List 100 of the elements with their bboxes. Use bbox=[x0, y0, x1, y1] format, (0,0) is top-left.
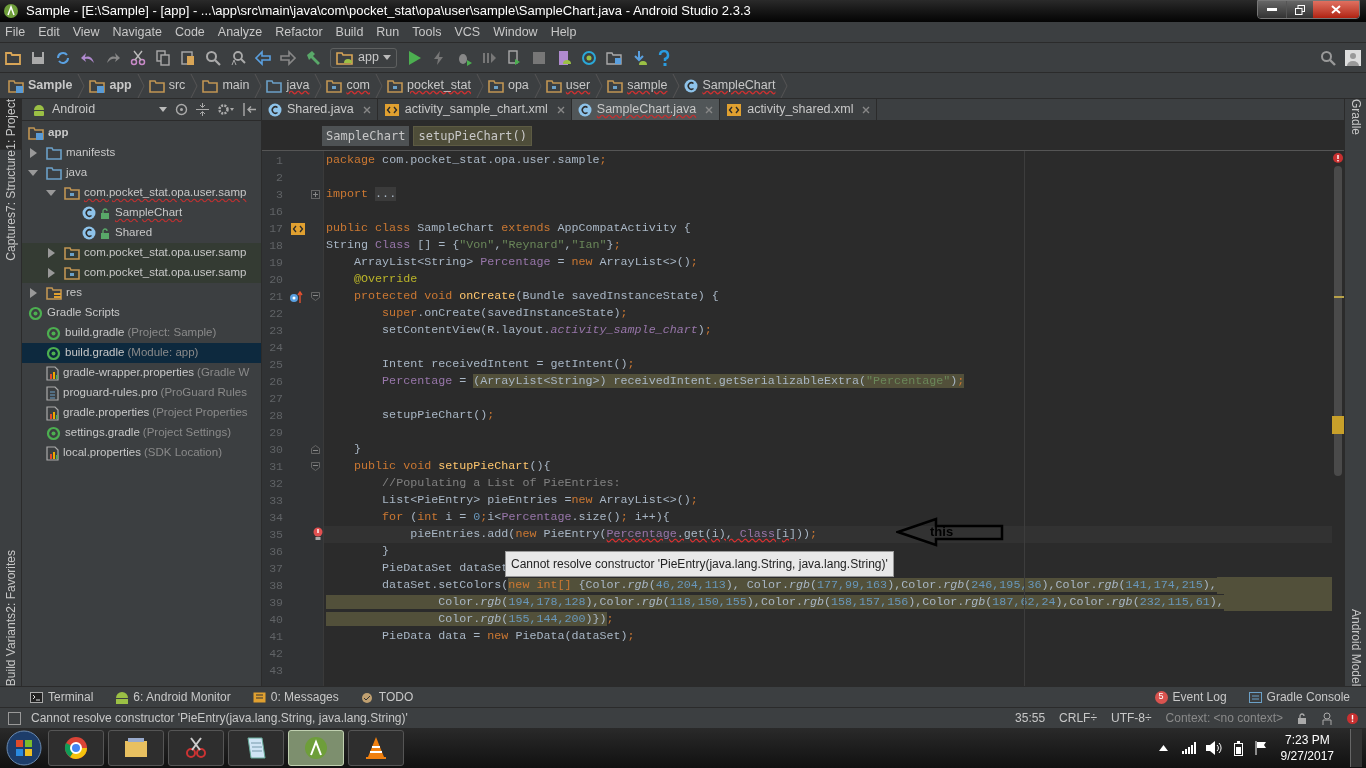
tool-window-button[interactable]: Gradle Console bbox=[1248, 688, 1350, 706]
tree-item[interactable]: settings.gradle (Project Settings) bbox=[22, 423, 261, 443]
taskbar-app-button[interactable] bbox=[108, 730, 164, 766]
hammer-icon[interactable] bbox=[305, 49, 321, 66]
menu-item[interactable]: Build bbox=[335, 22, 364, 42]
tool-window-button[interactable]: 0: Messages bbox=[252, 688, 339, 706]
signal-bars-icon[interactable] bbox=[1181, 742, 1196, 754]
tree-item[interactable]: com.pocket_stat.opa.user.samp bbox=[22, 243, 261, 263]
tool-window-tab[interactable]: Captures bbox=[0, 211, 22, 261]
search-icon[interactable] bbox=[205, 49, 221, 66]
tree-item[interactable]: build.gradle (Project: Sample) bbox=[22, 323, 261, 343]
apply-changes-icon[interactable] bbox=[505, 49, 522, 66]
cursor-position[interactable]: 35:55 bbox=[1015, 709, 1046, 727]
tree-item[interactable]: manifests bbox=[22, 143, 261, 163]
target-icon[interactable] bbox=[175, 103, 188, 116]
error-indicator-icon[interactable] bbox=[1347, 712, 1358, 724]
clock-date[interactable]: 9/27/2017 bbox=[1280, 748, 1334, 764]
search-icon[interactable] bbox=[1320, 49, 1336, 66]
run-configuration-dropdown[interactable]: app bbox=[330, 47, 397, 68]
menu-item[interactable]: VCS bbox=[454, 22, 481, 42]
folder-icon[interactable] bbox=[5, 49, 21, 66]
close-icon[interactable] bbox=[556, 105, 565, 114]
lock-icon[interactable] bbox=[1297, 712, 1307, 724]
editor-breadcrumb[interactable]: setupPieChart() bbox=[413, 125, 532, 146]
save-icon[interactable] bbox=[30, 49, 46, 66]
panel-toggle-icon[interactable] bbox=[8, 711, 21, 725]
taskbar-app-button[interactable] bbox=[228, 730, 284, 766]
clock-time[interactable]: 7:23 PM bbox=[1284, 732, 1330, 748]
fold-marker-icon[interactable] bbox=[311, 292, 320, 301]
fold-plus-icon[interactable] bbox=[311, 190, 320, 199]
fold-marker-icon[interactable] bbox=[311, 462, 320, 471]
stop-icon[interactable] bbox=[530, 49, 547, 66]
taskbar-app-button[interactable] bbox=[48, 730, 104, 766]
tree-item[interactable]: com.pocket_stat.opa.user.samp bbox=[22, 263, 261, 283]
close-icon[interactable] bbox=[862, 105, 871, 114]
breadcrumb-item[interactable]: pocket_stat bbox=[387, 76, 476, 95]
gear-icon[interactable] bbox=[217, 103, 235, 116]
start-button-icon[interactable] bbox=[4, 729, 44, 767]
tool-window-tab[interactable]: Build Variants bbox=[0, 612, 22, 686]
breadcrumb-item[interactable]: Sample bbox=[8, 76, 78, 95]
menu-item[interactable]: Tools bbox=[412, 22, 442, 42]
override-marker-icon[interactable] bbox=[289, 290, 303, 303]
menu-item[interactable]: View bbox=[72, 22, 100, 42]
tool-window-tab[interactable]: Gradle bbox=[1345, 99, 1366, 136]
menu-item[interactable]: Help bbox=[550, 22, 577, 42]
breadcrumb-item[interactable]: opa bbox=[487, 76, 534, 95]
tree-item[interactable]: build.gradle (Module: app) bbox=[22, 343, 261, 363]
inspector-icon[interactable] bbox=[1321, 711, 1333, 725]
tree-item[interactable]: java bbox=[22, 163, 261, 183]
menu-item[interactable]: Code bbox=[174, 22, 205, 42]
tool-window-tab[interactable]: 2: Favorites bbox=[0, 550, 22, 613]
close-button[interactable] bbox=[1313, 1, 1359, 18]
breadcrumb-item[interactable]: java bbox=[266, 76, 315, 95]
menu-item[interactable]: File bbox=[5, 22, 26, 42]
scrollbar-thumb[interactable] bbox=[1334, 166, 1342, 476]
tool-window-tab[interactable]: 1: Project bbox=[0, 99, 22, 150]
minimize-button[interactable] bbox=[1258, 1, 1286, 18]
tree-item[interactable]: com.pocket_stat.opa.user.samp bbox=[22, 183, 261, 203]
tree-item[interactable]: gradle-wrapper.properties (Gradle W bbox=[22, 363, 261, 383]
breadcrumb-item[interactable]: sample bbox=[607, 76, 673, 95]
copy-icon[interactable] bbox=[155, 49, 171, 66]
hide-panel-icon[interactable] bbox=[243, 103, 256, 116]
taskbar-app-button[interactable] bbox=[168, 730, 224, 766]
user-avatar-icon[interactable] bbox=[1345, 49, 1361, 66]
battery-icon[interactable] bbox=[1233, 740, 1243, 756]
forward-arrow-icon[interactable] bbox=[280, 49, 296, 66]
menu-item[interactable]: Run bbox=[376, 22, 400, 42]
tray-arrow-icon[interactable] bbox=[1158, 745, 1168, 751]
breadcrumb-item[interactable]: com bbox=[326, 76, 376, 95]
tool-window-tab[interactable]: Android Model bbox=[1345, 608, 1366, 686]
tool-window-button[interactable]: TODO bbox=[360, 688, 414, 706]
tool-window-button[interactable]: 5 Event Log bbox=[1154, 688, 1227, 706]
gradle-sync-icon[interactable] bbox=[580, 49, 597, 66]
editor-tab[interactable]: SampleChart.java bbox=[571, 99, 721, 120]
error-indicator-icon[interactable] bbox=[1333, 153, 1343, 163]
tool-window-tab[interactable]: 7: Structure bbox=[0, 149, 22, 212]
speaker-icon[interactable] bbox=[1205, 741, 1222, 755]
breadcrumb-item[interactable]: app bbox=[89, 76, 137, 95]
tree-item[interactable]: Shared bbox=[22, 223, 261, 243]
breadcrumb-item[interactable]: main bbox=[202, 76, 255, 95]
error-bulb-icon[interactable] bbox=[313, 527, 323, 541]
flag-icon[interactable] bbox=[1254, 741, 1267, 755]
menu-item[interactable]: Analyze bbox=[217, 22, 263, 42]
breadcrumb-item[interactable]: user bbox=[545, 76, 596, 95]
restore-button[interactable] bbox=[1286, 1, 1313, 18]
menu-item[interactable]: Window bbox=[493, 22, 538, 42]
back-arrow-icon[interactable] bbox=[255, 49, 271, 66]
editor-breadcrumb[interactable]: SampleChart bbox=[322, 125, 410, 146]
menu-item[interactable]: Navigate bbox=[112, 22, 162, 42]
tree-item[interactable]: local.properties (SDK Location) bbox=[22, 443, 261, 463]
project-view-dropdown[interactable]: Android bbox=[32, 100, 167, 119]
menu-item[interactable]: Refactor bbox=[275, 22, 323, 42]
tree-item[interactable]: Gradle Scripts bbox=[22, 303, 261, 323]
tree-item[interactable]: proguard-rules.pro (ProGuard Rules bbox=[22, 383, 261, 403]
tree-item[interactable]: res bbox=[22, 283, 261, 303]
collapse-icon[interactable] bbox=[196, 103, 209, 116]
fold-end-icon[interactable] bbox=[311, 445, 320, 454]
project-structure-icon[interactable] bbox=[605, 49, 622, 66]
menu-item[interactable]: Edit bbox=[38, 22, 60, 42]
sync-icon[interactable] bbox=[55, 49, 71, 66]
